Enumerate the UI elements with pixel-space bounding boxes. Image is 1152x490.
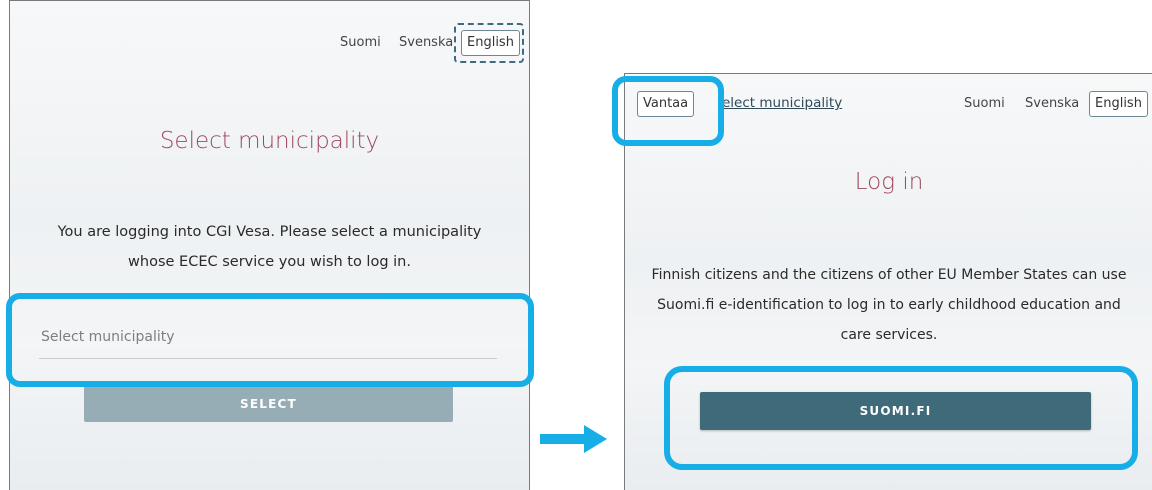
suomifi-button-highlight [664, 366, 1138, 470]
description-line-1: You are logging into CGI Vesa. Please se… [57, 224, 482, 240]
page-title: Select municipality [159, 128, 380, 154]
page-title: Log in [854, 169, 924, 195]
description-line-2: Suomi.fi e-identification to log in to e… [657, 297, 1121, 313]
description-line-1: Finnish citizens and the citizens of oth… [651, 267, 1127, 283]
municipality-selection-screen: Suomi Svenska English Select municipalit… [9, 0, 530, 490]
municipality-select-highlight [6, 293, 534, 387]
language-english-button[interactable]: English [461, 30, 520, 56]
language-english-button[interactable]: English [1089, 91, 1148, 117]
select-button[interactable]: SELECT [84, 385, 453, 422]
language-suomi-link[interactable]: Suomi [964, 96, 1005, 111]
select-municipality-link[interactable]: elect municipality [722, 95, 842, 111]
description-line-3: care services. [840, 327, 938, 343]
right-arrow-icon [540, 425, 607, 453]
description-line-2: whose ECEC service you wish to log in. [128, 254, 411, 270]
vantaa-badge-highlight [612, 76, 724, 146]
language-svenska-link[interactable]: Svenska [1025, 96, 1079, 111]
language-suomi-link[interactable]: Suomi [340, 35, 381, 50]
language-svenska-link[interactable]: Svenska [399, 35, 453, 50]
